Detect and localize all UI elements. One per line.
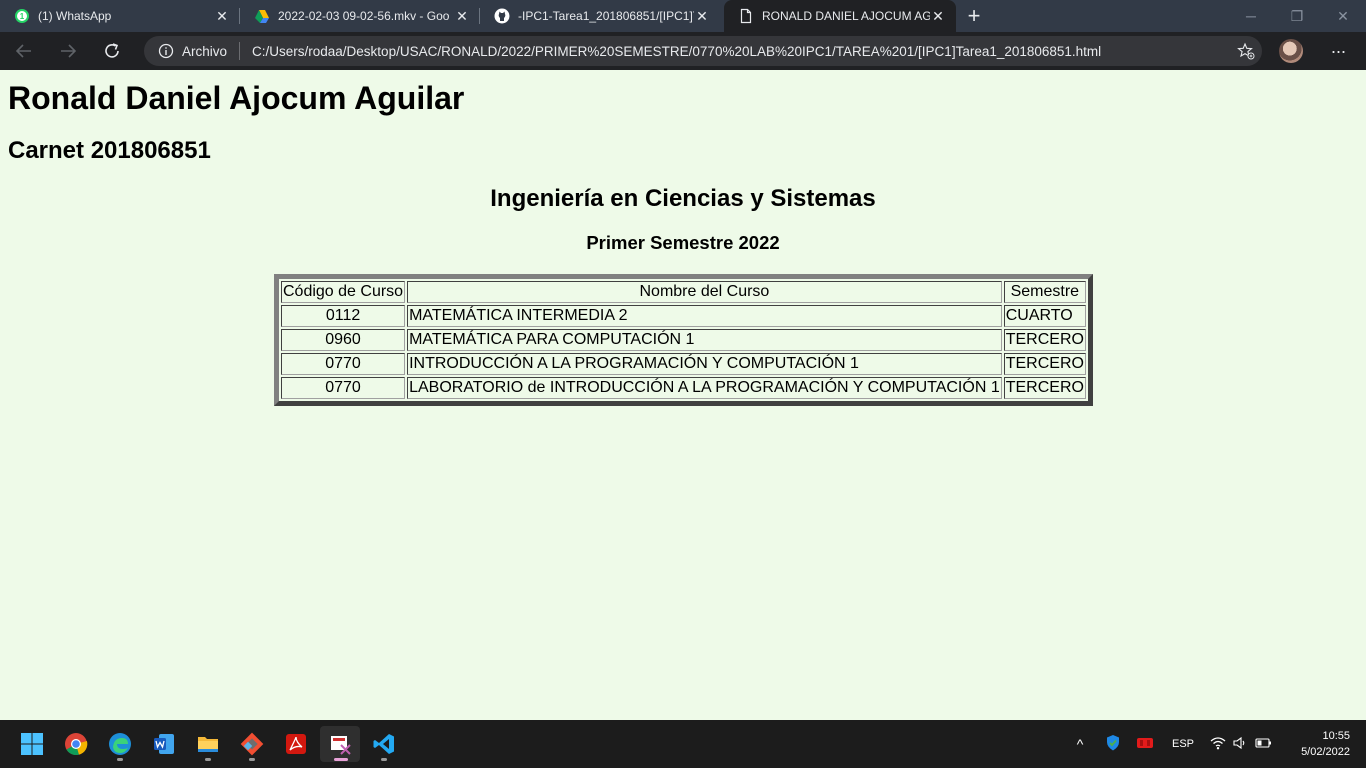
app-tray-icon[interactable] (1136, 734, 1154, 755)
tab-github[interactable]: -IPC1-Tarea1_201806851/[IPC1]T ✕ (480, 0, 720, 32)
new-tab-button[interactable]: + (956, 0, 992, 32)
browser-menu-icon[interactable]: ··· (1326, 38, 1350, 64)
tab-google-drive[interactable]: 2022-02-03 09-02-56.mkv - Goo ✕ (240, 0, 480, 32)
address-separator (239, 42, 241, 60)
window-controls: ─ ❐ ✕ (1228, 0, 1366, 32)
whatsapp-icon: 1 (14, 8, 30, 24)
svg-text:1: 1 (20, 12, 25, 21)
address-bar[interactable]: Archivo C:/Users/rodaa/Desktop/USAC/RONA… (144, 36, 1262, 66)
system-tray: ^ ESP (1070, 720, 1272, 768)
table-row: 0770 INTRODUCCIÓN A LA PROGRAMACIÓN Y CO… (281, 353, 1086, 375)
system-clock[interactable]: 10:55 5/02/2022 (1301, 728, 1350, 760)
tab-title: -IPC1-Tarea1_201806851/[IPC1]T (518, 9, 694, 23)
close-icon[interactable]: ✕ (214, 8, 230, 24)
course-name-cell: LABORATORIO de INTRODUCCIÓN A LA PROGRAM… (407, 377, 1002, 399)
chevron-up-icon[interactable]: ^ (1070, 736, 1090, 752)
table-row: 0112 MATEMÁTICA INTERMEDIA 2 CUARTO (281, 305, 1086, 327)
close-icon[interactable]: ✕ (454, 8, 470, 24)
minimize-icon[interactable]: ─ (1228, 0, 1274, 32)
battery-icon[interactable] (1254, 735, 1272, 754)
semester-cell: TERCERO (1003, 329, 1086, 351)
wifi-icon[interactable] (1210, 735, 1226, 754)
edge-icon[interactable] (100, 726, 140, 762)
forward-arrow-icon (61, 44, 77, 58)
security-shield-icon[interactable] (1104, 734, 1122, 755)
word-icon[interactable] (144, 726, 184, 762)
add-favorite-icon[interactable] (1230, 42, 1262, 60)
course-name-cell: MATEMÁTICA PARA COMPUTACIÓN 1 (407, 329, 1002, 351)
table-row: 0770 LABORATORIO de INTRODUCCIÓN A LA PR… (281, 377, 1086, 399)
profile-avatar[interactable] (1279, 39, 1303, 63)
course-name-cell: MATEMÁTICA INTERMEDIA 2 (407, 305, 1002, 327)
clock-time: 10:55 (1322, 730, 1350, 742)
github-icon (494, 8, 510, 24)
semester-cell: CUARTO (1003, 305, 1086, 327)
tab-active-page[interactable]: RONALD DANIEL AJOCUM AGUI ✕ (724, 0, 956, 32)
restore-icon[interactable]: ❐ (1274, 0, 1320, 32)
volume-icon[interactable] (1232, 735, 1248, 754)
clock-date: 5/02/2022 (1301, 746, 1350, 758)
windows-start-icon[interactable] (12, 726, 52, 762)
student-name-heading: Ronald Daniel Ajocum Aguilar (8, 80, 465, 116)
snipping-tool-icon[interactable] (320, 726, 360, 762)
tab-strip: 1 (1) WhatsApp ✕ 2022-02-03 09-02-56.mkv… (0, 0, 1366, 32)
header-course-code: Código de Curso (281, 281, 406, 303)
url-text[interactable]: C:/Users/rodaa/Desktop/USAC/RONALD/2022/… (252, 44, 1230, 59)
course-code-cell: 0112 (281, 305, 406, 327)
courses-table: Código de Curso Nombre del Curso Semestr… (274, 274, 1093, 406)
carnet-heading: Carnet 201806851 (8, 137, 211, 164)
course-code-cell: 0770 (281, 353, 406, 375)
forward-button[interactable] (48, 35, 88, 67)
vscode-icon[interactable] (364, 726, 404, 762)
language-indicator[interactable]: ESP (1172, 738, 1194, 750)
git-icon[interactable] (232, 726, 272, 762)
table-row: 0960 MATEMÁTICA PARA COMPUTACIÓN 1 TERCE… (281, 329, 1086, 351)
page-viewport: Ronald Daniel Ajocum Aguilar Carnet 2018… (0, 70, 1366, 720)
tab-title: 2022-02-03 09-02-56.mkv - Goo (278, 9, 450, 23)
reload-button[interactable] (92, 35, 132, 67)
info-icon[interactable] (157, 42, 175, 60)
close-icon[interactable]: ✕ (694, 8, 710, 24)
running-indicator (334, 758, 348, 761)
back-arrow-icon (15, 44, 31, 58)
file-explorer-icon[interactable] (188, 726, 228, 762)
tab-title: RONALD DANIEL AJOCUM AGUI (762, 9, 930, 23)
running-indicator (381, 758, 387, 761)
table-header-row: Código de Curso Nombre del Curso Semestr… (281, 281, 1086, 303)
tab-title: (1) WhatsApp (38, 9, 112, 23)
taskbar: ^ ESP 10:55 5/02/2022 (0, 720, 1366, 768)
career-heading: Ingeniería en Ciencias y Sistemas (490, 185, 876, 212)
close-icon[interactable]: ✕ (930, 8, 946, 24)
header-course-name: Nombre del Curso (407, 281, 1002, 303)
file-icon (738, 8, 754, 24)
close-window-icon[interactable]: ✕ (1320, 0, 1366, 32)
semester-cell: TERCERO (1003, 353, 1086, 375)
running-indicator (205, 758, 211, 761)
reload-icon (105, 43, 119, 58)
site-info-label[interactable]: Archivo (182, 44, 227, 59)
course-code-cell: 0770 (281, 377, 406, 399)
google-drive-icon (254, 8, 270, 24)
tab-whatsapp[interactable]: 1 (1) WhatsApp ✕ (0, 0, 240, 32)
acrobat-icon[interactable] (276, 726, 316, 762)
semester-cell: TERCERO (1003, 377, 1086, 399)
semester-heading: Primer Semestre 2022 (586, 232, 780, 253)
back-button[interactable] (4, 35, 44, 67)
header-semester: Semestre (1003, 281, 1086, 303)
course-name-cell: INTRODUCCIÓN A LA PROGRAMACIÓN Y COMPUTA… (407, 353, 1002, 375)
browser-toolbar: Archivo C:/Users/rodaa/Desktop/USAC/RONA… (0, 32, 1366, 70)
running-indicator (117, 758, 123, 761)
chrome-icon[interactable] (56, 726, 96, 762)
course-code-cell: 0960 (281, 329, 406, 351)
running-indicator (249, 758, 255, 761)
